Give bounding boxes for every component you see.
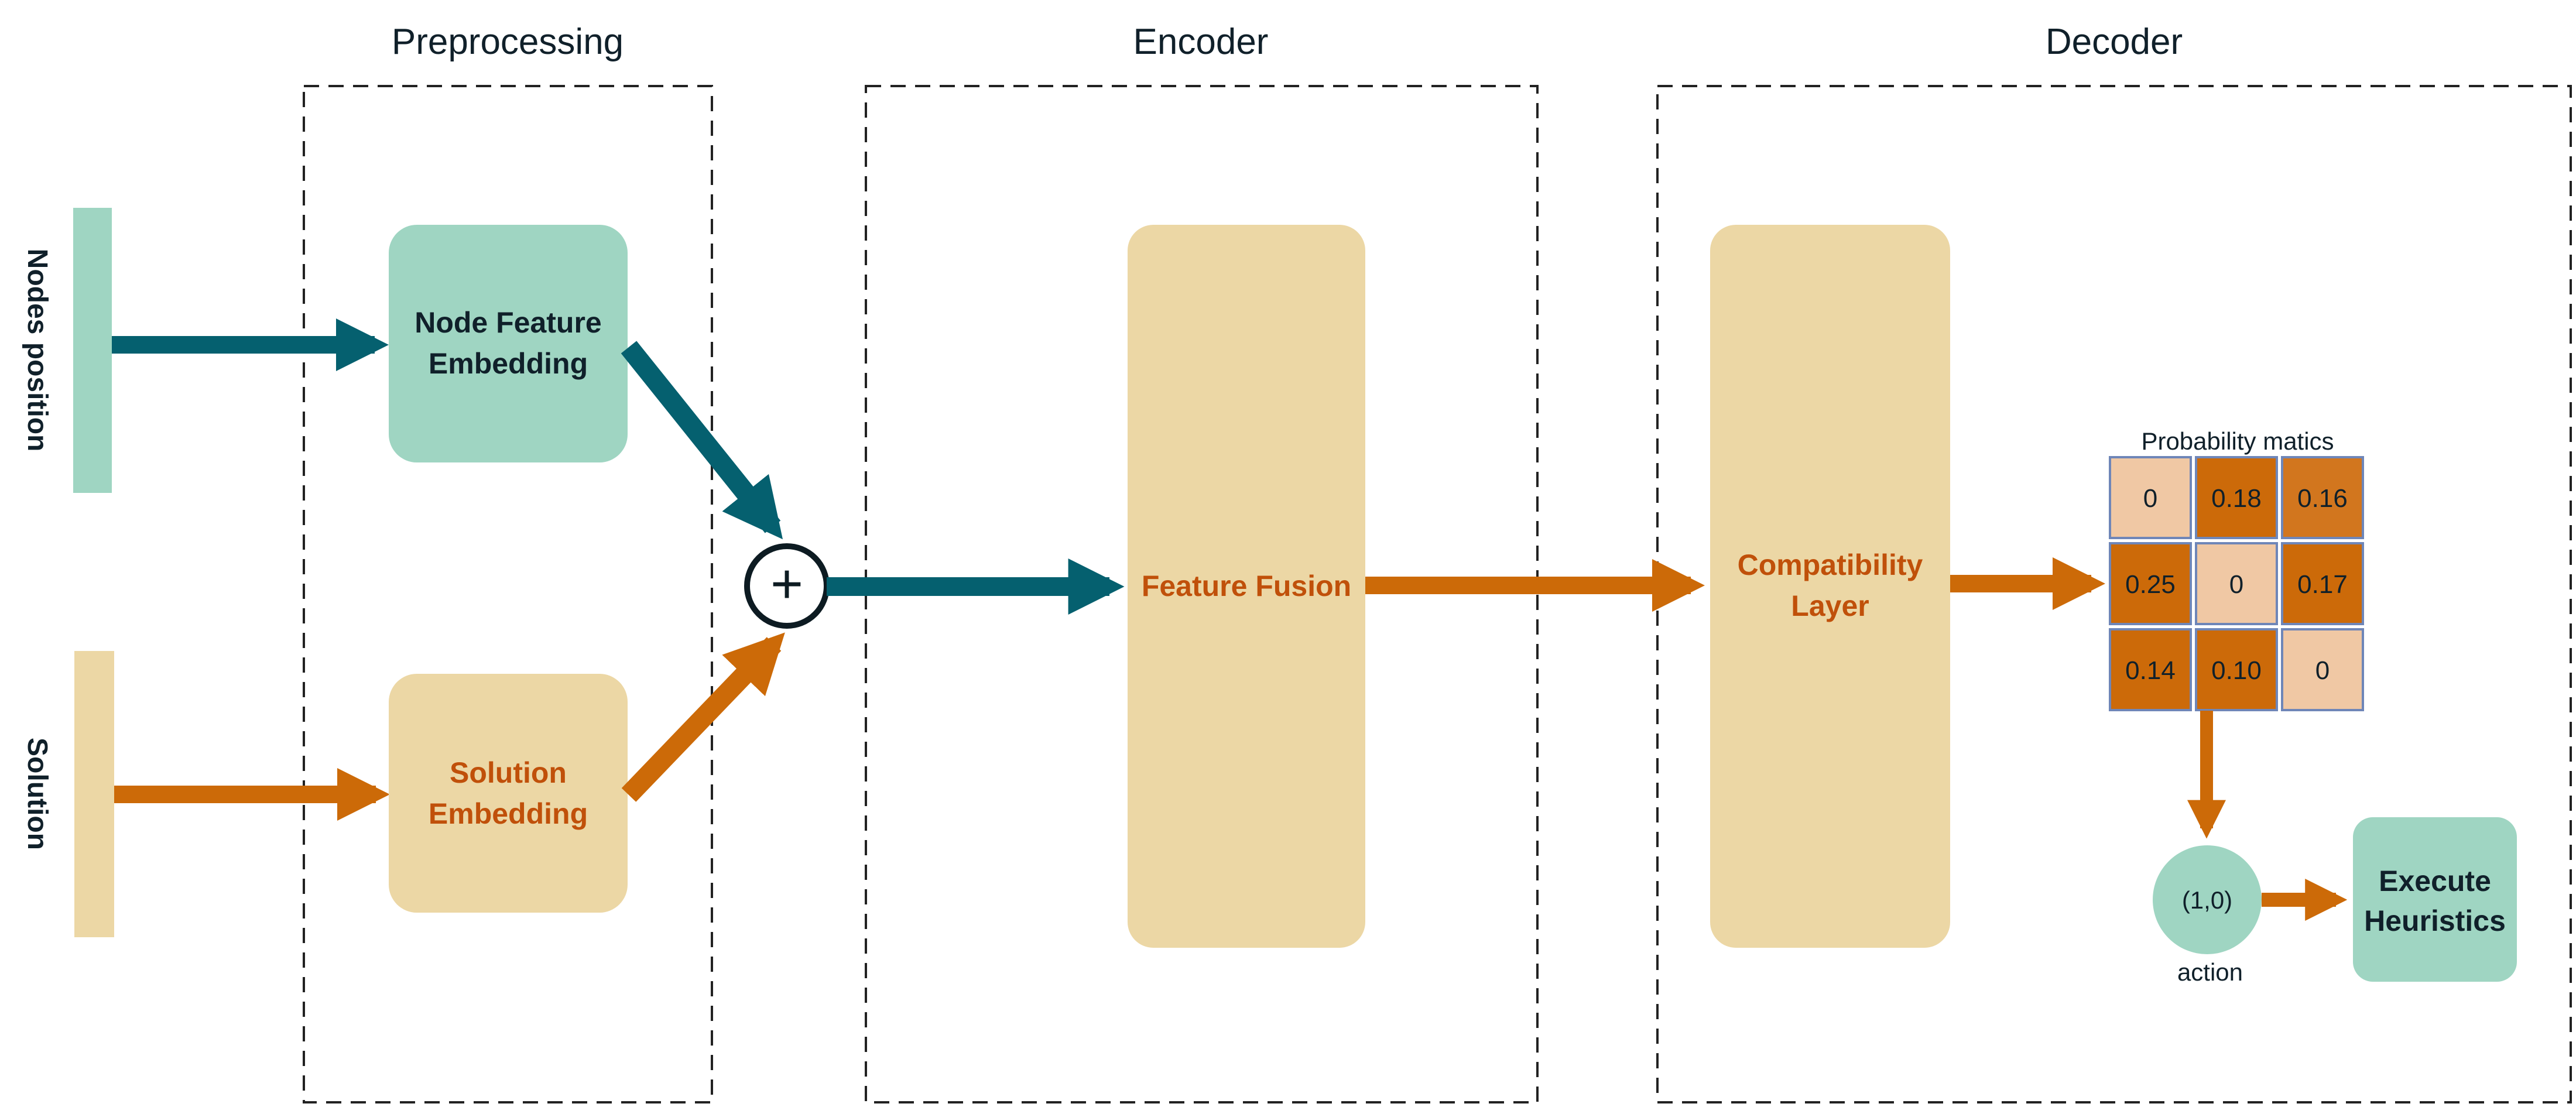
- matrix-cell-value: 0: [2229, 570, 2243, 599]
- matrix-cell-value: 0.25: [2125, 570, 2176, 599]
- node-feature-embedding-label-2: Embedding: [429, 347, 588, 380]
- solution-embedding-label-2: Embedding: [429, 797, 588, 830]
- solution-input-bar: [74, 651, 114, 937]
- probability-matrix-title: Probability matics: [2141, 427, 2334, 455]
- compatibility-layer-block: [1710, 225, 1950, 948]
- execute-heuristics-label-1: Execute: [2379, 865, 2491, 897]
- node-feature-embedding-block: [389, 225, 628, 462]
- matrix-cell-value: 0.10: [2211, 656, 2262, 685]
- matrix-cell-value: 0.18: [2211, 484, 2262, 513]
- matrix-cell-value: 0.16: [2297, 484, 2348, 513]
- arrow-solution-embedding-to-sum: [621, 632, 785, 802]
- action-label: action: [2177, 958, 2243, 986]
- execute-heuristics-block: [2353, 817, 2517, 982]
- section-title-encoder: Encoder: [1133, 22, 1269, 62]
- section-title-preprocessing: Preprocessing: [392, 22, 624, 62]
- solution-embedding-block: [389, 674, 628, 913]
- probability-matrix: 0 0.18 0.16 0.25 0 0.17 0.14 0.10 0: [2109, 456, 2364, 711]
- solution-label: Solution: [22, 738, 53, 850]
- sum-plus-symbol: +: [770, 553, 803, 615]
- matrix-cell-value: 0: [2315, 656, 2330, 685]
- execute-heuristics-label-2: Heuristics: [2364, 904, 2506, 937]
- feature-fusion-label: Feature Fusion: [1142, 570, 1351, 602]
- compatibility-layer-label-1: Compatibility: [1738, 549, 1923, 581]
- section-title-decoder: Decoder: [2046, 22, 2183, 62]
- matrix-cell-value: 0.14: [2125, 656, 2176, 685]
- matrix-cell-value: 0.17: [2297, 570, 2348, 599]
- nodes-position-label: Nodes position: [22, 249, 53, 452]
- node-feature-embedding-label-1: Node Feature: [415, 306, 602, 339]
- matrix-cell-value: 0: [2143, 484, 2157, 513]
- arrow-node-embedding-to-sum: [621, 341, 783, 540]
- nodes-position-input-bar: [73, 208, 112, 493]
- compatibility-layer-label-2: Layer: [1791, 590, 1869, 622]
- solution-embedding-label-1: Solution: [450, 756, 567, 789]
- model-architecture-diagram: Preprocessing Encoder Decoder Nodes posi…: [22, 22, 2572, 1103]
- action-value: (1,0): [2182, 886, 2232, 914]
